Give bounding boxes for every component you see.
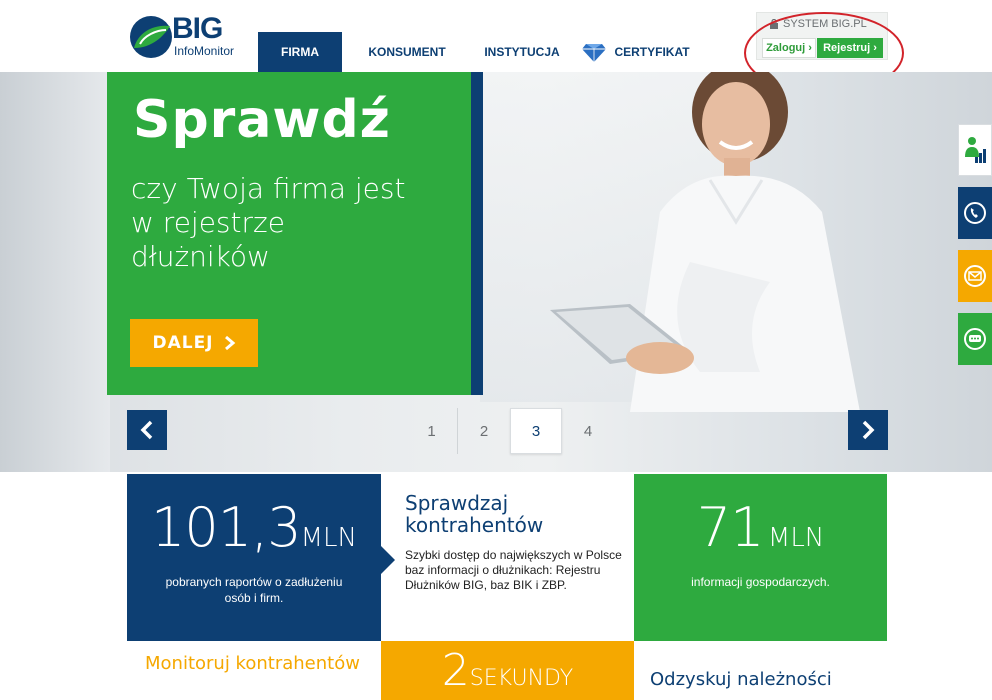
slider-pager: 1 2 3 4 (406, 408, 614, 454)
hero-title: Sprawdź (133, 90, 391, 150)
chat-icon (964, 328, 986, 350)
site-header: BIG InfoMonitor FIRMA KONSUMENT INSTYTUC… (0, 0, 992, 94)
logo-subtitle: InfoMonitor (174, 44, 235, 58)
hero-blue-strip (471, 72, 483, 395)
info-stat: 71 MLN (634, 496, 887, 559)
login-button-label: Zaloguj (766, 42, 806, 54)
chevron-right-icon: › (808, 42, 812, 54)
dalej-button[interactable]: DALEJ (130, 319, 258, 367)
chevron-right-icon (224, 335, 235, 351)
nav-item-certyfikat[interactable]: CERTYFIKAT (572, 32, 700, 72)
tile-monitor[interactable]: Monitoruj kontrahentów (127, 641, 381, 700)
woman-with-tablet-image (550, 72, 860, 412)
info-unit: MLN (767, 523, 825, 553)
phone-icon (964, 202, 986, 224)
feature-tiles: 101,3MLN pobranych raportów o zadłużeniu… (127, 474, 887, 700)
check-text: Szybki dostęp do największych w Polsce b… (405, 548, 622, 592)
logo-mark-icon (130, 16, 172, 58)
mail-icon (964, 265, 986, 287)
slider-page-2[interactable]: 2 (458, 408, 510, 454)
info-caption: informacji gospodarczych. (691, 575, 830, 589)
reports-stat: 101,3MLN (127, 496, 381, 559)
register-button-label: Rejestruj (823, 42, 871, 54)
side-tab-mail[interactable] (958, 250, 992, 302)
reports-caption: pobranych raportów o zadłużeniu osób i f… (165, 575, 343, 605)
nav-item-instytucja[interactable]: INSTYTUCJA (472, 32, 572, 72)
reports-unit: MLN (300, 523, 357, 553)
recover-title: Odzyskuj należności (650, 669, 832, 690)
nav-item-certyfikat-label: CERTYFIKAT (614, 45, 690, 59)
seconds-number: 2 (441, 645, 470, 696)
chevron-right-icon: › (873, 42, 877, 54)
tile-seconds[interactable]: 2SEKUNDY (381, 641, 634, 700)
monitor-title: Monitoruj kontrahentów (145, 653, 360, 674)
side-tab-phone[interactable] (958, 187, 992, 239)
hero-green-panel: Sprawdź czy Twoja firma jest w rejestrze… (107, 72, 471, 395)
big-infomonitor-logo[interactable]: BIG InfoMonitor (128, 10, 238, 60)
slider-page-1[interactable]: 1 (406, 408, 458, 454)
slider-page-3[interactable]: 3 (510, 408, 562, 454)
tile-recover[interactable]: Odzyskuj należności (634, 641, 887, 700)
system-login-box: SYSTEM BIG.PL Zaloguj › Rejestruj › (756, 12, 888, 60)
tile-information[interactable]: 71 MLN informacji gospodarczych. (634, 474, 887, 641)
side-tab-chat[interactable] (958, 313, 992, 365)
dalej-button-label: DALEJ (152, 333, 214, 353)
side-tabs (958, 124, 992, 376)
check-title: Sprawdzaj kontrahentów (405, 491, 544, 537)
reports-number: 101,3 (151, 496, 302, 559)
chevron-left-icon (140, 420, 153, 440)
tile-reports[interactable]: 101,3MLN pobranych raportów o zadłużeniu… (127, 474, 381, 641)
info-number: 71 (696, 496, 765, 559)
logo-brand: BIG (172, 12, 223, 45)
seconds-unit: SEKUNDY (469, 666, 574, 691)
chevron-right-icon (862, 420, 875, 440)
system-label-text: SYSTEM BIG.PL (783, 18, 867, 30)
person-chart-icon (965, 137, 986, 163)
tile-notch-arrow (381, 546, 395, 574)
system-label: SYSTEM BIG.PL (769, 18, 867, 30)
slider-next-button[interactable] (848, 410, 888, 450)
nav-item-firma[interactable]: FIRMA (258, 32, 342, 72)
diamond-icon (582, 44, 607, 62)
side-tab-monitoring[interactable] (958, 124, 992, 176)
slider-controls: 1 2 3 4 (0, 400, 992, 470)
nav-item-konsument[interactable]: KONSUMENT (342, 32, 472, 72)
slider-page-4[interactable]: 4 (562, 408, 614, 454)
slider-prev-button[interactable] (127, 410, 167, 450)
hero-text: czy Twoja firma jest w rejestrze dłużnik… (131, 172, 406, 273)
tile-check-contractors[interactable]: Sprawdzaj kontrahentów Szybki dostęp do … (381, 474, 634, 641)
register-button[interactable]: Rejestruj › (817, 38, 883, 58)
lock-icon (770, 19, 778, 29)
login-button[interactable]: Zaloguj › (762, 38, 816, 58)
main-nav: FIRMA KONSUMENT INSTYTUCJA CERTYFIKAT (258, 32, 700, 72)
seconds-stat: 2SEKUNDY (381, 645, 634, 696)
